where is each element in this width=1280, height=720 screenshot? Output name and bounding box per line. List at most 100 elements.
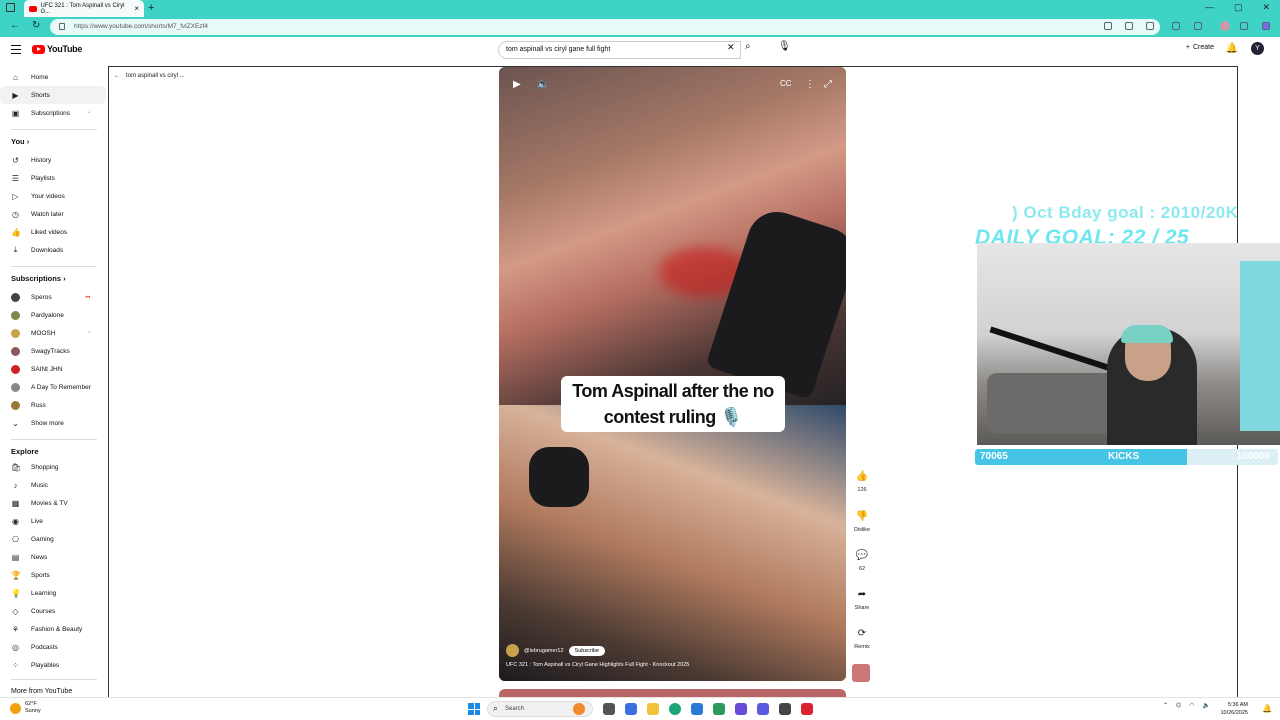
play-icon[interactable]: ▶ (513, 79, 521, 90)
search-input[interactable]: tom aspinall vs ciryl gane full fight (498, 41, 741, 59)
windows-start-icon[interactable] (468, 703, 480, 715)
sidebar-item-history[interactable]: ↺ History (0, 151, 106, 169)
volume-icon[interactable]: 🔈 (537, 79, 549, 90)
clear-search-icon[interactable]: ✕ (727, 42, 735, 53)
subscription-item[interactable]: A Day To Remember (0, 378, 106, 396)
extensions-icon[interactable] (1172, 22, 1180, 30)
clock[interactable]: 5:36 AM 10/26/2025 (1220, 701, 1248, 717)
next-short-preview[interactable] (499, 689, 846, 697)
music-note-icon: ♪ (13, 480, 18, 490)
channel-avatar (11, 382, 20, 392)
comments-button[interactable]: 💬 62 (851, 550, 873, 572)
sidebar-item-learning[interactable]: 💡 Learning (0, 584, 106, 602)
app-icon[interactable] (735, 703, 747, 715)
network-icon[interactable]: ⌬ (1176, 702, 1181, 709)
you-heading[interactable]: You › (11, 137, 29, 146)
wifi-icon[interactable]: ◠ (1189, 702, 1194, 709)
voice-search-icon[interactable]: 🎙 (778, 41, 791, 52)
discord-icon[interactable] (757, 703, 769, 715)
window-menu-icon[interactable] (6, 3, 15, 12)
sidebar-item-shorts[interactable]: ▶ Shorts (0, 86, 106, 104)
sidebar-item-courses[interactable]: ◇ Courses (0, 602, 106, 620)
sidebar-item-playlists[interactable]: ☰ Playlists (0, 169, 106, 187)
site-info-icon[interactable] (59, 23, 65, 30)
sidebar-item-playables[interactable]: ⁘ Playables (0, 656, 106, 674)
collections-icon[interactable] (1194, 22, 1202, 30)
app-icon[interactable] (779, 703, 791, 715)
browser-tab[interactable]: UFC 321 : Tom Aspinall vs Ciryl G... × (24, 0, 144, 17)
copilot-icon[interactable] (1262, 22, 1270, 30)
search-icon[interactable]: ⌕ (745, 41, 751, 52)
back-to-search-link[interactable]: ← tom aspinall vs ciryl ... (114, 73, 185, 79)
share-button[interactable]: ➦ Share (851, 589, 873, 611)
weather-widget[interactable]: 62°F Sunny (10, 701, 41, 715)
more-options-icon[interactable]: ⋮ (805, 79, 815, 90)
remix-button[interactable]: ⟳ Remix (851, 628, 873, 650)
sidebar-item-shopping[interactable]: 🛍 Shopping (0, 458, 106, 476)
youtube-logo[interactable]: YouTube (32, 44, 82, 54)
channel-avatar[interactable] (506, 644, 519, 657)
sidebar-item-liked-videos[interactable]: 👍 Liked videos (0, 223, 106, 241)
new-tab-icon[interactable]: + (148, 2, 154, 14)
sidebar-item-subscriptions[interactable]: ▣ Subscriptions • (0, 104, 106, 122)
speaker-icon[interactable]: 🔈 (1203, 702, 1210, 709)
back-icon[interactable]: ← (10, 20, 20, 31)
hamburger-menu-icon[interactable] (11, 45, 21, 57)
minimize-icon[interactable]: — (1205, 2, 1214, 13)
video-title[interactable]: UFC 321 : Tom Aspinall vs Ciryl Gane Hig… (506, 662, 689, 668)
subscriptions-heading[interactable]: Subscriptions › (11, 274, 66, 283)
favorite-star-icon[interactable] (1146, 22, 1154, 30)
zoom-icon[interactable] (1125, 22, 1133, 30)
sidebar-item-home[interactable]: ⌂ Home (0, 68, 106, 86)
tab-close-icon[interactable]: × (134, 4, 139, 13)
sidebar-item-music[interactable]: ♪ Music (0, 476, 106, 494)
file-explorer-icon[interactable] (647, 703, 659, 715)
reload-icon[interactable]: ↻ (32, 20, 40, 31)
app-icon[interactable] (713, 703, 725, 715)
show-more-button[interactable]: ⌄ Show more (0, 414, 106, 432)
sidebar: ⌂ Home ▶ Shorts ▣ Subscriptions • You › ↺ His… (0, 63, 106, 697)
subscription-item[interactable]: Russ (0, 396, 106, 414)
notification-bell-icon[interactable]: 🔔 (1262, 704, 1272, 713)
thumbs-down-icon: 👎 (855, 511, 869, 522)
subscription-item[interactable]: MOOSH • (0, 324, 106, 342)
create-button[interactable]: + Create (1186, 44, 1214, 51)
channel-name[interactable]: @lebrugamer12 (524, 648, 564, 654)
url-field[interactable]: https://www.youtube.com/shorts/M7_fvlZXE… (50, 19, 1160, 35)
notifications-bell-icon[interactable]: 🔔 (1226, 43, 1238, 54)
sidebar-item-live[interactable]: ◉ Live (0, 512, 106, 530)
sidebar-item-fashion[interactable]: ⚘ Fashion & Beauty (0, 620, 106, 638)
sidebar-item-watch-later[interactable]: ◷ Watch later (0, 205, 106, 223)
sidebar-item-sports[interactable]: 🏆 Sports (0, 566, 106, 584)
subscribe-button[interactable]: Subscribe (568, 645, 605, 656)
sound-thumbnail[interactable] (852, 664, 870, 682)
captions-icon[interactable]: CC (780, 79, 792, 88)
subscription-item[interactable]: Pardyalone (0, 306, 106, 324)
sidebar-item-your-videos[interactable]: ▷ Your videos (0, 187, 106, 205)
subscription-item[interactable]: Speros ◂◂ (0, 288, 106, 306)
sidebar-item-movies[interactable]: ▦ Movies & TV (0, 494, 106, 512)
sidebar-item-news[interactable]: ▤ News (0, 548, 106, 566)
copilot-app-icon[interactable] (625, 703, 637, 715)
browser-menu-icon[interactable] (1240, 22, 1248, 30)
sidebar-item-gaming[interactable]: ⎔ Gaming (0, 530, 106, 548)
dislike-button[interactable]: 👎 Dislike (851, 511, 873, 533)
edge-browser-icon[interactable] (669, 703, 681, 715)
task-view-icon[interactable] (603, 703, 615, 715)
streaming-app-icon[interactable] (801, 703, 813, 715)
reader-icon[interactable] (1104, 22, 1112, 30)
account-avatar[interactable]: Y (1251, 42, 1264, 55)
window-close-icon[interactable]: ✕ (1262, 2, 1270, 13)
sidebar-item-podcasts[interactable]: ◎ Podcasts (0, 638, 106, 656)
subscription-item[interactable]: SAINt JHN (0, 360, 106, 378)
fullscreen-icon[interactable]: ⤢ (824, 79, 832, 90)
like-button[interactable]: 👍 126 (851, 471, 873, 493)
tray-overflow-icon[interactable]: ⌃ (1163, 702, 1168, 709)
sidebar-item-downloads[interactable]: ⤓ Downloads (0, 241, 106, 259)
browser-profile-icon[interactable] (1220, 21, 1230, 31)
subscription-item[interactable]: SwagyTracks (0, 342, 106, 360)
sidebar-item-label: News (31, 553, 48, 561)
store-icon[interactable] (691, 703, 703, 715)
short-video-player[interactable]: ▶ 🔈 CC ⋮ ⤢ Tom Aspinall after the no con… (499, 67, 846, 681)
maximize-icon[interactable]: ▢ (1234, 2, 1243, 13)
